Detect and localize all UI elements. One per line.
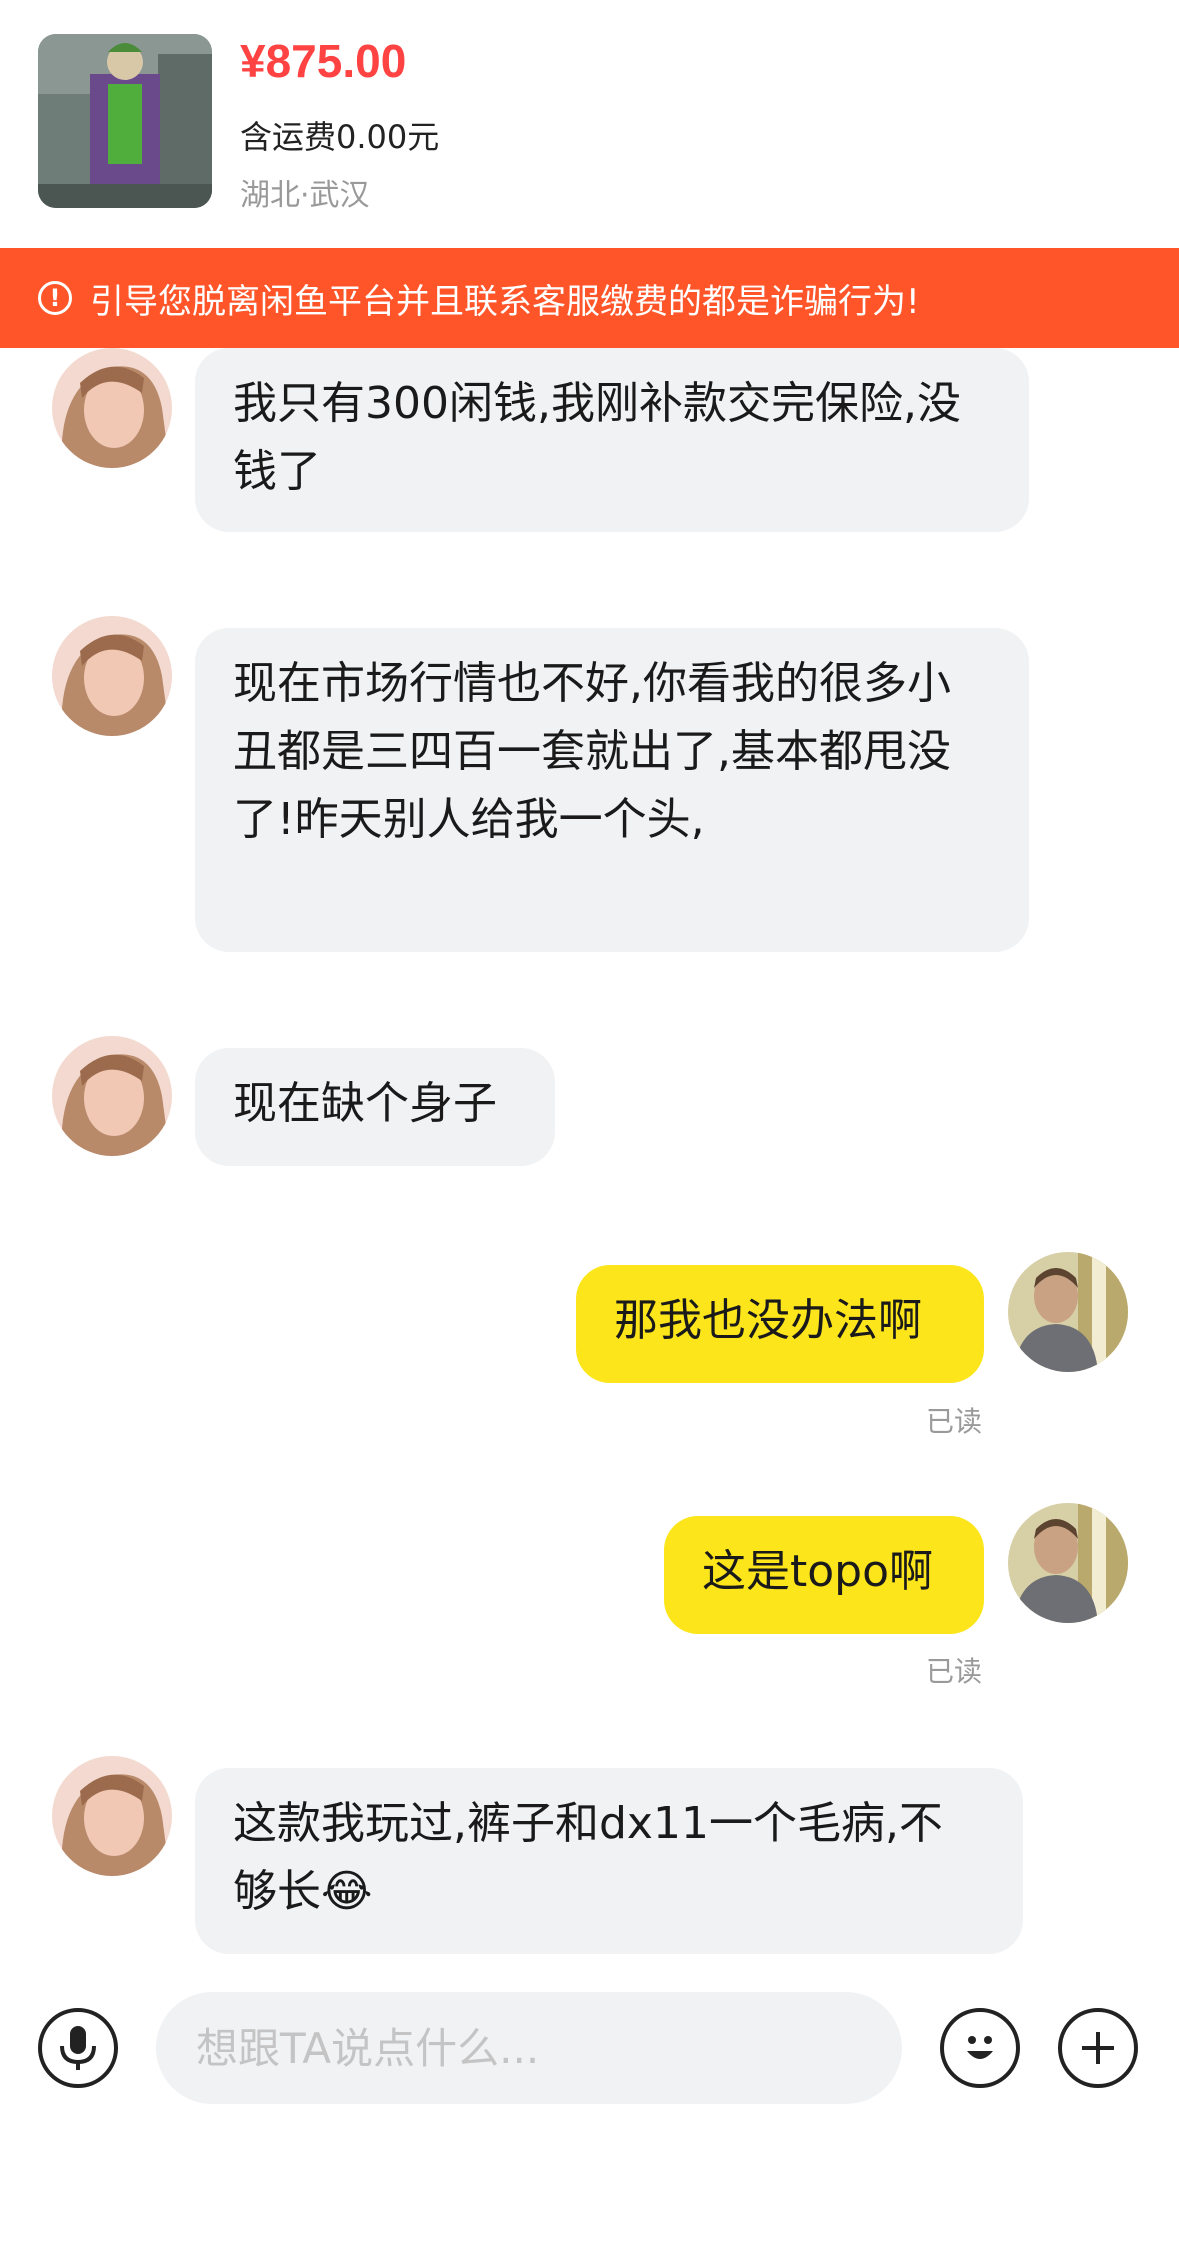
plus-icon <box>1082 2032 1114 2064</box>
read-receipt: 已读 <box>926 1655 983 1688</box>
product-price: ¥875.00 <box>240 35 407 87</box>
exclamation-circle-icon: ! <box>38 281 72 315</box>
seller-avatar[interactable] <box>52 1756 172 1876</box>
add-button[interactable] <box>1058 2008 1138 2088</box>
warning-text: 引导您脱离闲鱼平台并且联系客服缴费的都是诈骗行为! <box>90 281 920 322</box>
message-bubble-incoming[interactable]: 我只有300闲钱,我刚补款交完保险,没钱了 <box>195 348 1029 532</box>
message-bubble-incoming[interactable]: 现在市场行情也不好,你看我的很多小丑都是三四百一套就出了,基本都甩没了!昨天别人… <box>195 628 1029 952</box>
message-bubble-incoming[interactable]: 这款我玩过,裤子和dx11一个毛病,不够长😂 <box>195 1768 1023 1954</box>
emoji-button[interactable] <box>940 2008 1020 2088</box>
microphone-icon <box>60 2026 96 2070</box>
my-avatar[interactable] <box>1008 1503 1128 1623</box>
message-bubble-outgoing[interactable]: 这是topo啊 <box>664 1516 984 1634</box>
message-input[interactable] <box>156 1992 902 2104</box>
chat-area[interactable]: 我只有300闲钱,我刚补款交完保险,没钱了 现在市场行情也不好,你看我的很多小丑… <box>0 348 1179 1968</box>
product-location: 湖北·武汉 <box>240 178 370 213</box>
product-thumbnail[interactable] <box>38 34 212 208</box>
seller-avatar[interactable] <box>52 348 172 468</box>
message-input-bar <box>0 1968 1179 2243</box>
read-receipt: 已读 <box>926 1405 983 1438</box>
seller-avatar[interactable] <box>52 616 172 736</box>
smiley-icon <box>967 2036 993 2059</box>
product-shipping: 含运费0.00元 <box>240 118 440 156</box>
message-bubble-outgoing[interactable]: 那我也没办法啊 <box>576 1265 984 1383</box>
seller-avatar[interactable] <box>52 1036 172 1156</box>
fraud-warning-banner: ! 引导您脱离闲鱼平台并且联系客服缴费的都是诈骗行为! <box>0 248 1179 348</box>
message-bubble-incoming[interactable]: 现在缺个身子 <box>195 1048 555 1166</box>
my-avatar[interactable] <box>1008 1252 1128 1372</box>
product-header[interactable]: ¥875.00 含运费0.00元 湖北·武汉 <box>0 0 1179 248</box>
voice-button[interactable] <box>38 2008 118 2088</box>
